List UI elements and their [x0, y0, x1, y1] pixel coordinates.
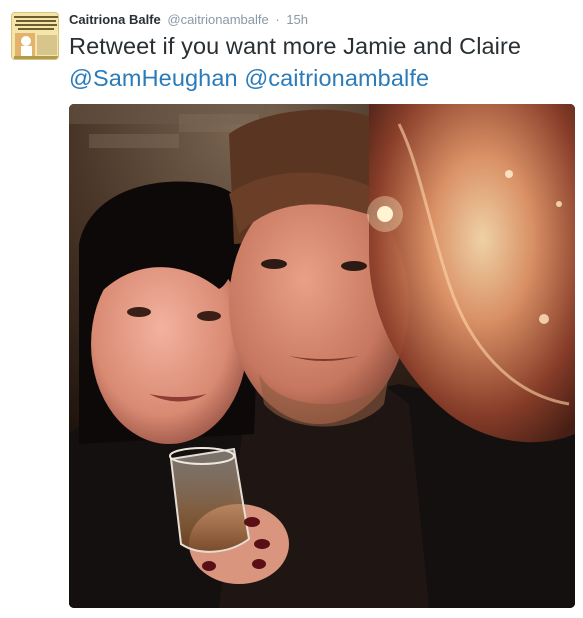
author-handle[interactable]: @caitrionambalfe	[167, 12, 268, 27]
selfie-photo	[69, 104, 575, 608]
profile-picture-icon	[12, 13, 58, 59]
separator-dot: ·	[275, 12, 280, 27]
tweet-text-part: Retweet if you want more Jamie and Clair…	[69, 33, 522, 59]
mention-caitrionambalfe[interactable]: @caitrionambalfe	[244, 65, 429, 91]
tweet-header: Caitriona Balfe @caitrionambalfe · 15h	[69, 11, 308, 29]
avatar[interactable]	[11, 12, 59, 60]
timestamp[interactable]: 15h	[286, 12, 308, 27]
tweet[interactable]: Caitriona Balfe @caitrionambalfe · 15h R…	[0, 0, 583, 618]
mention-samheughan[interactable]: @SamHeughan	[69, 65, 238, 91]
tweet-text: Retweet if you want more Jamie and Clair…	[69, 30, 569, 94]
author-name[interactable]: Caitriona Balfe	[69, 12, 161, 27]
tweet-photo[interactable]	[69, 104, 575, 608]
